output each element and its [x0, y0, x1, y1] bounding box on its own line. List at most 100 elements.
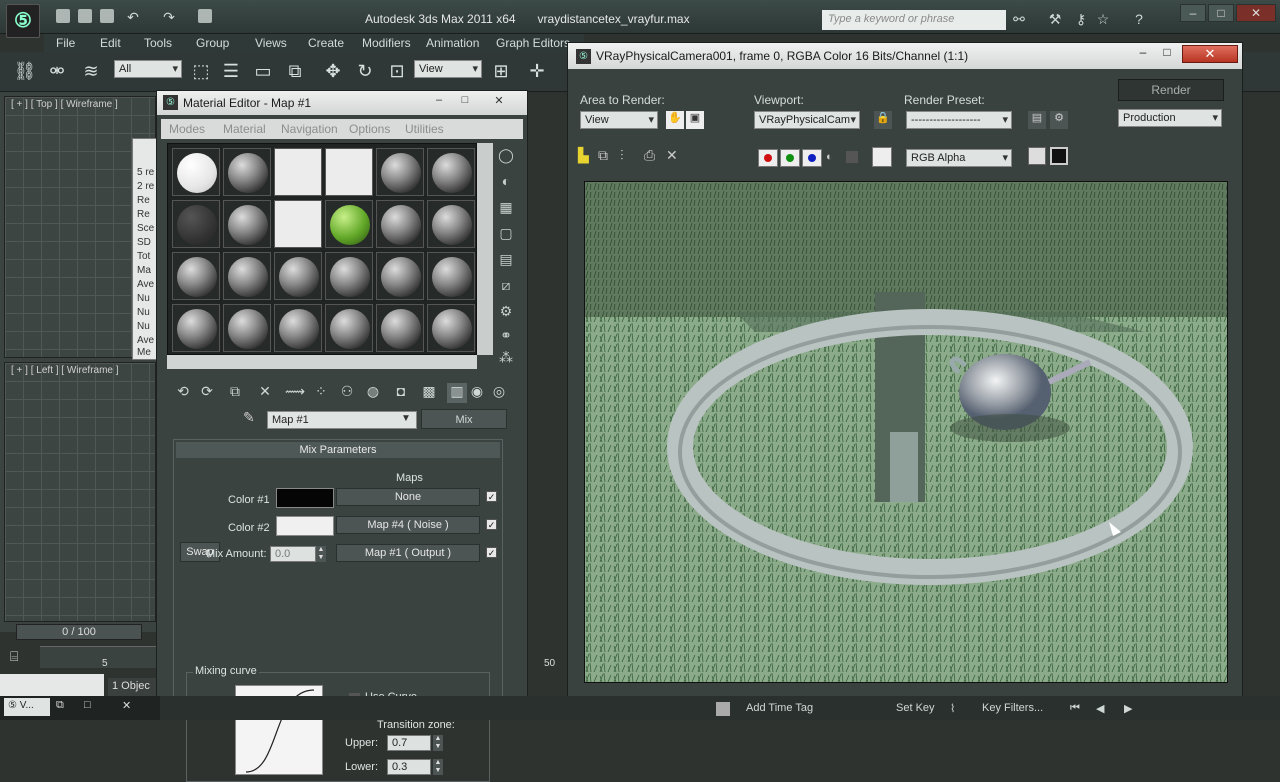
- selection-filter-dropdown[interactable]: All: [114, 60, 182, 78]
- copy-image-icon[interactable]: ⧉: [598, 147, 608, 164]
- minimize-button[interactable]: –: [1180, 4, 1206, 22]
- options-icon[interactable]: ⚙: [497, 303, 515, 321]
- material-slot[interactable]: [325, 304, 373, 352]
- assign-material-icon[interactable]: ⧉: [225, 383, 245, 403]
- red-channel-button[interactable]: [758, 149, 778, 167]
- area-to-render-dropdown[interactable]: View: [580, 111, 658, 129]
- map-name-field[interactable]: Map #1: [267, 411, 417, 429]
- app-logo-icon[interactable]: ⑤: [6, 4, 40, 38]
- menu-tools[interactable]: Tools: [144, 36, 172, 50]
- material-slot[interactable]: [223, 304, 271, 352]
- taskbar-minimized-window[interactable]: ⑤ V...: [4, 698, 50, 716]
- production-dropdown[interactable]: Production: [1118, 109, 1222, 127]
- color1-swatch[interactable]: [276, 488, 334, 508]
- med-menu-navigation[interactable]: Navigation: [281, 122, 338, 136]
- pivot-center-icon[interactable]: ⊞: [488, 58, 514, 84]
- transform-gizmo-icon[interactable]: ✛: [524, 58, 550, 84]
- background-icon[interactable]: ▦: [497, 199, 515, 217]
- select-by-name-icon[interactable]: ☰: [218, 58, 244, 84]
- show-map-icon[interactable]: ◘: [391, 383, 411, 403]
- render-preset-dropdown[interactable]: -------------------: [906, 111, 1012, 129]
- monochrome-icon[interactable]: [846, 151, 858, 163]
- set-key-label[interactable]: Set Key: [896, 702, 935, 714]
- make-unique-icon[interactable]: ⁘: [311, 383, 331, 403]
- open-file-icon[interactable]: [78, 9, 92, 23]
- color2-swatch[interactable]: [276, 516, 334, 536]
- med-menu-utilities[interactable]: Utilities: [405, 122, 444, 136]
- med-minimize-button[interactable]: –: [427, 94, 451, 110]
- taskbar-maximize-icon[interactable]: □: [84, 699, 91, 711]
- green-channel-button[interactable]: [780, 149, 800, 167]
- med-close-button[interactable]: ✕: [487, 94, 511, 110]
- track-bar-icon[interactable]: ⌸: [10, 648, 18, 665]
- viewport-dropdown[interactable]: VRayPhysicalCam: [754, 111, 860, 129]
- auto-region-icon[interactable]: ▣: [686, 111, 704, 129]
- material-slot[interactable]: [274, 148, 322, 196]
- backlight-icon[interactable]: ◐: [497, 173, 515, 191]
- region-select-icon[interactable]: ▭: [250, 58, 276, 84]
- render-minimize-button[interactable]: –: [1132, 45, 1154, 63]
- taskbar-close-icon[interactable]: ✕: [122, 699, 131, 712]
- save-file-icon[interactable]: [100, 9, 114, 23]
- upper-input[interactable]: 0.7: [387, 735, 431, 751]
- close-button[interactable]: ✕: [1236, 4, 1276, 22]
- material-slot[interactable]: [223, 252, 271, 300]
- environment-icon[interactable]: ⚙: [1050, 111, 1068, 129]
- menu-views[interactable]: Views: [255, 36, 287, 50]
- material-slot[interactable]: [325, 200, 373, 248]
- get-material-icon[interactable]: ⟲: [173, 383, 193, 403]
- new-file-icon[interactable]: [56, 9, 70, 23]
- swatch-icon[interactable]: [872, 147, 892, 167]
- slots-vertical-scrollbar[interactable]: [477, 143, 493, 355]
- material-slot[interactable]: [172, 304, 220, 352]
- menu-file[interactable]: File: [56, 36, 75, 50]
- add-time-tag-label[interactable]: Add Time Tag: [746, 702, 813, 714]
- lock-icon[interactable]: 🔒: [874, 111, 892, 129]
- left-viewport-label[interactable]: [ + ] [ Left ] [ Wireframe ]: [11, 365, 119, 376]
- undo-icon[interactable]: ↶: [124, 8, 142, 26]
- material-slot[interactable]: [427, 252, 475, 300]
- color2-map-checkbox[interactable]: ✓: [486, 519, 497, 530]
- pick-material-icon[interactable]: ◎: [489, 383, 509, 403]
- reset-map-icon[interactable]: ✕: [255, 383, 275, 403]
- eyedropper-icon[interactable]: ✎: [243, 409, 255, 426]
- reference-coord-dropdown[interactable]: View: [414, 60, 482, 78]
- render-image[interactable]: [584, 181, 1228, 683]
- help-icon[interactable]: ?: [1130, 10, 1148, 28]
- maxscript-listener[interactable]: [0, 674, 104, 696]
- material-slot[interactable]: [172, 200, 220, 248]
- key-filters-button[interactable]: Key Filters...: [982, 702, 1043, 714]
- channel-display-dropdown[interactable]: RGB Alpha: [906, 149, 1012, 167]
- put-to-scene-icon[interactable]: ⟳: [197, 383, 217, 403]
- wrench-icon[interactable]: ⚒: [1046, 10, 1064, 28]
- render-maximize-button[interactable]: □: [1156, 45, 1178, 63]
- play-icon[interactable]: ▶: [1124, 702, 1132, 715]
- slots-horizontal-scrollbar[interactable]: [167, 355, 477, 369]
- menu-graph-editors[interactable]: Graph Editors: [496, 36, 570, 50]
- print-image-icon[interactable]: ⎙: [644, 147, 655, 164]
- material-slot[interactable]: [376, 304, 424, 352]
- material-slot[interactable]: [274, 252, 322, 300]
- toggle-ui-overlay-icon[interactable]: [1028, 147, 1046, 165]
- clone-frame-icon[interactable]: ⫶: [620, 147, 624, 164]
- material-slot[interactable]: [325, 252, 373, 300]
- scale-icon[interactable]: ⊡: [384, 58, 410, 84]
- menu-group[interactable]: Group: [196, 36, 229, 50]
- material-slot[interactable]: [325, 148, 373, 196]
- render-close-button[interactable]: ✕: [1182, 45, 1238, 63]
- color2-map-button[interactable]: Map #4 ( Noise ): [336, 516, 480, 534]
- key-curve-icon[interactable]: ⌇: [950, 702, 955, 715]
- menu-create[interactable]: Create: [308, 36, 344, 50]
- menu-modifiers[interactable]: Modifiers: [362, 36, 411, 50]
- select-object-icon[interactable]: ⬚: [188, 58, 214, 84]
- star-icon[interactable]: ☆: [1094, 10, 1112, 28]
- window-crossing-icon[interactable]: ⧉: [282, 58, 308, 84]
- material-slot[interactable]: [172, 148, 220, 196]
- med-maximize-button[interactable]: □: [453, 94, 477, 110]
- select-by-material-icon[interactable]: ⚭: [497, 327, 515, 345]
- project-folder-icon[interactable]: [198, 9, 212, 23]
- move-icon[interactable]: ✥: [320, 58, 346, 84]
- show-end-result-icon[interactable]: ▩: [419, 383, 439, 403]
- mix-parameters-header[interactable]: Mix Parameters: [176, 442, 500, 458]
- toggle-ui-icon[interactable]: [1050, 147, 1068, 165]
